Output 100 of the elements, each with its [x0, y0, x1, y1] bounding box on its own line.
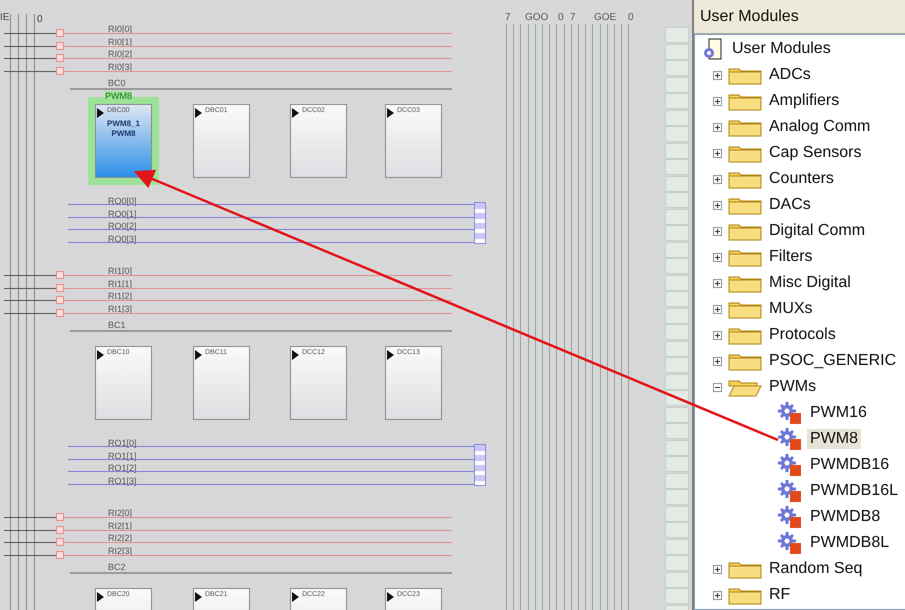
expand-icon[interactable]: [713, 564, 722, 574]
tree-item[interactable]: Protocols: [766, 325, 839, 345]
expand-icon[interactable]: [713, 174, 722, 184]
corner-label: 0: [37, 14, 43, 25]
tree-item[interactable]: PWM16: [807, 403, 870, 423]
clock-triangle-icon: [387, 108, 394, 118]
collapse-icon[interactable]: [713, 382, 722, 392]
tree-item[interactable]: PWMDB8: [807, 507, 884, 527]
tree-item[interactable]: DACs: [766, 195, 814, 215]
pin-cell: [665, 291, 689, 307]
bus-label: GOO: [525, 12, 548, 23]
expand-icon[interactable]: [713, 122, 722, 132]
tree-item[interactable]: PWMs: [766, 377, 820, 397]
pin-cell: [665, 126, 689, 142]
row-label: RO0[3]: [108, 234, 137, 244]
tree-item[interactable]: PSOC_GENERIC: [766, 351, 900, 371]
signal-line: [4, 517, 56, 518]
clock-triangle-icon: [97, 592, 104, 602]
expand-icon[interactable]: [713, 226, 722, 236]
expand-icon[interactable]: [713, 330, 722, 340]
tree-item[interactable]: PWM8: [807, 429, 861, 449]
module-tag: PWM8: [105, 91, 132, 101]
pin-cell: [665, 357, 689, 373]
pin-cell: [665, 93, 689, 109]
signal-line: [4, 300, 56, 301]
expand-icon[interactable]: [713, 590, 722, 600]
expand-icon[interactable]: [713, 278, 722, 288]
tree-item[interactable]: Cap Sensors: [766, 143, 864, 163]
tree-item[interactable]: Filters: [766, 247, 816, 267]
expand-icon[interactable]: [713, 200, 722, 210]
expand-icon[interactable]: [713, 148, 722, 158]
signal-line: [4, 554, 56, 556]
module-icon: [777, 479, 803, 503]
pin-cell: [665, 522, 689, 538]
row-label: RO0[2]: [108, 221, 137, 231]
tree-item[interactable]: Amplifiers: [766, 91, 842, 111]
tree-item[interactable]: PWMDB8L: [807, 533, 892, 553]
pin-cell: [665, 192, 689, 208]
pin-cell: [665, 324, 689, 340]
module-icon: [777, 505, 803, 529]
pin-cell: [665, 110, 689, 126]
module-icon: [777, 531, 803, 555]
pin-cell: [665, 440, 689, 456]
clock-triangle-icon: [195, 350, 202, 360]
pin-cell: [665, 538, 689, 554]
expand-icon[interactable]: [713, 252, 722, 262]
bus-label: 0: [628, 12, 634, 23]
pin-cell: [665, 374, 689, 390]
pin-cell: [665, 159, 689, 175]
expand-icon[interactable]: [713, 96, 722, 106]
signal-line: [4, 275, 56, 276]
module-icon: [777, 427, 803, 451]
clock-triangle-icon: [195, 108, 202, 118]
tree-root-item[interactable]: User Modules: [729, 39, 834, 59]
signal-line: [4, 312, 56, 314]
pin-cell: [665, 572, 689, 588]
pin-cell: [665, 76, 689, 92]
tree-item[interactable]: ADCs: [766, 65, 814, 85]
bus-label: 0: [558, 12, 564, 23]
row-label: BC1: [108, 320, 126, 330]
pin-cell: [665, 308, 689, 324]
module-type: PWM8: [110, 129, 136, 138]
pin-cell: [665, 242, 689, 258]
pin-cell: [665, 60, 689, 76]
pin-cell: [665, 456, 689, 472]
row-label: BC2: [108, 562, 126, 572]
signal-line: [4, 542, 56, 543]
expand-icon[interactable]: [713, 70, 722, 80]
bus-label: GOE: [594, 12, 616, 23]
clock-triangle-icon: [292, 350, 299, 360]
row-label: RO1[3]: [108, 476, 137, 486]
row-label: RO1[0]: [108, 438, 137, 448]
clock-triangle-icon: [292, 108, 299, 118]
corner-label: IE: [0, 12, 10, 23]
tree-item[interactable]: Analog Comm: [766, 117, 874, 137]
signal-line: [4, 33, 56, 34]
tree-item[interactable]: PWMDB16: [807, 455, 892, 475]
bus-label: 7: [570, 12, 576, 23]
pin-cell: [665, 258, 689, 274]
tree-item[interactable]: Digital Comm: [766, 221, 868, 241]
clock-triangle-icon: [387, 350, 394, 360]
signal-line: [4, 58, 56, 59]
tree-item[interactable]: MUXs: [766, 299, 816, 319]
pin-cell: [665, 340, 689, 356]
expand-icon[interactable]: [713, 304, 722, 314]
tree-item[interactable]: Counters: [766, 169, 837, 189]
tree-item[interactable]: RF: [766, 585, 794, 605]
pin-cell: [665, 506, 689, 522]
row-label: RO1[1]: [108, 450, 137, 460]
pin-cell: [665, 225, 689, 241]
expand-icon[interactable]: [713, 356, 722, 366]
tree-item[interactable]: PWMDB16L: [807, 481, 902, 501]
pin-cell: [665, 274, 689, 290]
pin-cell: [665, 44, 689, 60]
pin-cell: [665, 208, 689, 224]
module-icon: [777, 401, 803, 425]
pin-cell: [665, 27, 689, 43]
tree-item[interactable]: Misc Digital: [766, 273, 854, 293]
tree-item[interactable]: Random Seq: [766, 559, 866, 579]
pin-cell: [665, 472, 689, 488]
